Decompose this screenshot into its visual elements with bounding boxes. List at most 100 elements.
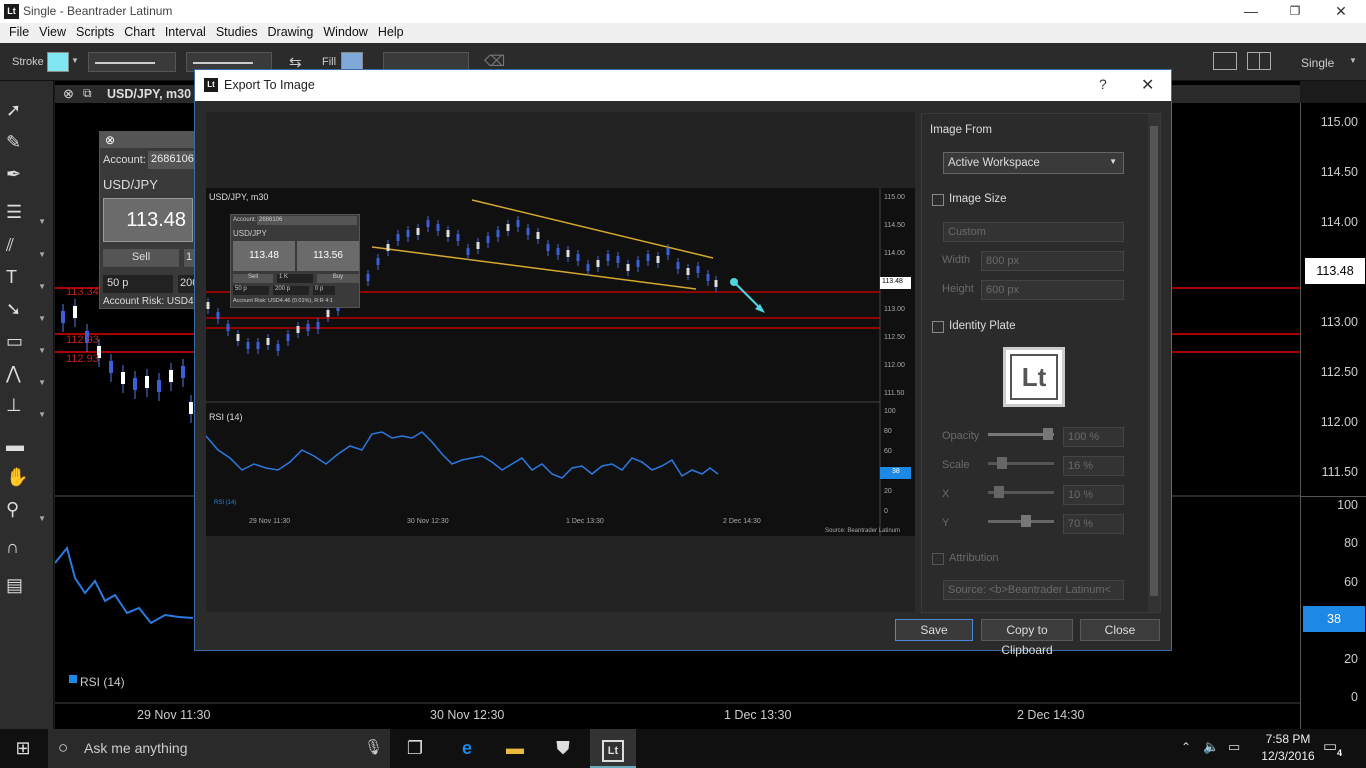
zoom-tool-icon[interactable]: ⚲ ▼ [6, 495, 46, 523]
sell-button[interactable]: Sell [103, 249, 179, 267]
save-button[interactable]: Save [895, 619, 973, 641]
candle-body [326, 310, 330, 317]
scale-slider-handle[interactable] [997, 457, 1007, 469]
candle-body [366, 274, 370, 281]
size-preset-select[interactable]: Custom [943, 222, 1124, 242]
layout-split-icon[interactable] [1247, 52, 1271, 70]
search-circle-icon: ○ [58, 738, 69, 757]
task-view-icon[interactable]: ❐ [392, 729, 438, 768]
layout-single-icon[interactable] [1213, 52, 1237, 70]
channel-tool-icon[interactable]: ⫽ ▼ [6, 231, 46, 259]
stamp-tool-icon[interactable]: ⊥ ▼ [6, 391, 46, 419]
menu-interval[interactable]: Interval [160, 23, 211, 41]
trade-symbol: USD/JPY [103, 177, 158, 192]
clock-date[interactable]: 12/3/2016 [1258, 749, 1318, 763]
width-field[interactable]: 800 px [981, 251, 1124, 271]
opacity-slider-handle[interactable] [1043, 428, 1053, 440]
workspace-chevron-icon[interactable]: ▼ [1349, 56, 1357, 65]
eraser-tool-icon[interactable]: ✎ [6, 128, 46, 156]
close-tab-icon[interactable]: ⊗ [63, 86, 74, 102]
pen-tool-icon[interactable]: ✒ [6, 160, 46, 188]
volume-icon[interactable]: 🔈 [1203, 739, 1219, 755]
sell-price-button[interactable]: 113.48 [103, 198, 193, 242]
x-field[interactable]: 10 % [1063, 485, 1124, 505]
rectangle-tool-icon[interactable]: ▭ ▼ [6, 327, 46, 355]
height-field[interactable]: 600 px [981, 280, 1124, 300]
stroke-style-dropdown[interactable] [88, 52, 176, 72]
trade-panel-close-icon[interactable]: ⊗ [105, 133, 115, 147]
candle-body [406, 230, 410, 237]
restore-button[interactable]: ❐ [1272, 0, 1318, 23]
menu-scripts[interactable]: Scripts [71, 23, 119, 41]
close-window-button[interactable]: ✕ [1318, 0, 1364, 23]
stroke-color-swatch[interactable] [47, 52, 69, 72]
opacity-field[interactable]: 100 % [1063, 427, 1124, 447]
attribution-checkbox[interactable] [932, 553, 944, 565]
candle-body [456, 234, 460, 241]
chart-tool-icon[interactable]: ▤ [6, 571, 46, 599]
detach-tab-icon[interactable]: ⧉ [83, 86, 92, 101]
chart-symbol-title: USD/JPY, m30 [107, 87, 192, 101]
arrow-tool-icon[interactable]: ➘ ▼ [6, 295, 46, 323]
time-tick: 29 Nov 11:30 [137, 708, 211, 722]
magnet-tool-icon[interactable]: ∩ [6, 533, 46, 561]
y-field[interactable]: 70 % [1063, 514, 1124, 534]
menu-window[interactable]: Window [318, 23, 372, 41]
windows-start-icon[interactable]: ⊞ [0, 729, 46, 768]
y-label: Y [942, 517, 950, 529]
y-slider-handle[interactable] [1021, 515, 1031, 527]
tray-chevron-icon[interactable]: ⌃ [1181, 740, 1191, 754]
candle-body [466, 248, 470, 255]
candle-body [286, 334, 290, 341]
menu-drawing[interactable]: Drawing [263, 23, 319, 41]
help-button[interactable]: ? [1099, 76, 1107, 92]
image-from-select[interactable]: Active Workspace ▼ [943, 152, 1124, 174]
store-icon[interactable]: ⛊ [540, 729, 586, 768]
minimize-button[interactable]: — [1228, 0, 1274, 23]
pattern-tool-icon[interactable]: ⋀ ▼ [6, 359, 46, 387]
menu-view[interactable]: View [34, 23, 71, 41]
attribution-field[interactable]: Source: <b>Beantrader Latinum< [943, 580, 1124, 600]
candle-body [109, 361, 113, 373]
account-select[interactable]: 2686106 [148, 151, 200, 169]
candle-body [157, 380, 161, 392]
image-size-checkbox[interactable] [932, 194, 944, 206]
search-box[interactable]: ○ Ask me anything 🎙 [48, 729, 390, 768]
candle-body [686, 268, 690, 275]
eraser-fill-icon[interactable]: ⌫ [484, 52, 505, 70]
preview-time-tick: 29 Nov 11:30 [249, 518, 291, 525]
candle-body [296, 326, 300, 333]
x-slider-handle[interactable] [994, 486, 1004, 498]
pips-field[interactable]: 50 p [103, 275, 173, 293]
dialog-close-icon[interactable]: ✕ [1141, 75, 1154, 95]
select-tool-icon[interactable]: ➚ [6, 96, 46, 124]
scale-field[interactable]: 16 % [1063, 456, 1124, 476]
hand-tool-icon[interactable]: ✋ [6, 463, 46, 491]
menu-chart[interactable]: Chart [119, 23, 160, 41]
preview-rsi-tick: 20 [884, 488, 892, 495]
close-button[interactable]: Close [1080, 619, 1160, 641]
beantrader-taskbar-icon[interactable]: Lt [590, 729, 636, 768]
notification-count: 4 [1337, 748, 1343, 758]
menu-file[interactable]: File [4, 23, 34, 41]
menu-bar: File View Scripts Chart Interval Studies Drawi… [0, 23, 1366, 43]
microphone-icon[interactable]: 🎙 [364, 738, 383, 756]
preview-buy: Buy [317, 274, 359, 283]
text-tool-icon[interactable]: T ▼ [6, 263, 46, 291]
lines-tool-icon[interactable]: ☰ ▼ [6, 198, 46, 226]
menu-studies[interactable]: Studies [211, 23, 263, 41]
copy-to-clipboard-button[interactable]: Copy to Clipboard [981, 619, 1073, 657]
chevron-down-icon[interactable]: ▼ [71, 56, 79, 65]
clock-time[interactable]: 7:58 PM [1258, 732, 1318, 746]
notifications-icon[interactable]: ▭ [1323, 737, 1337, 755]
ruler-tool-icon[interactable]: ▬ [6, 431, 46, 459]
edge-browser-icon[interactable]: e [444, 729, 490, 768]
settings-scrollbar[interactable] [1148, 114, 1160, 612]
identity-plate-checkbox[interactable] [932, 321, 944, 333]
network-icon[interactable]: ▭ [1228, 739, 1240, 755]
preview-source: Source: Beantrader Latinum [825, 528, 901, 534]
menu-help[interactable]: Help [373, 23, 409, 41]
file-explorer-icon[interactable]: ▬ [492, 729, 538, 768]
preview-p3: 0 p [313, 286, 335, 295]
candle-body [486, 236, 490, 243]
